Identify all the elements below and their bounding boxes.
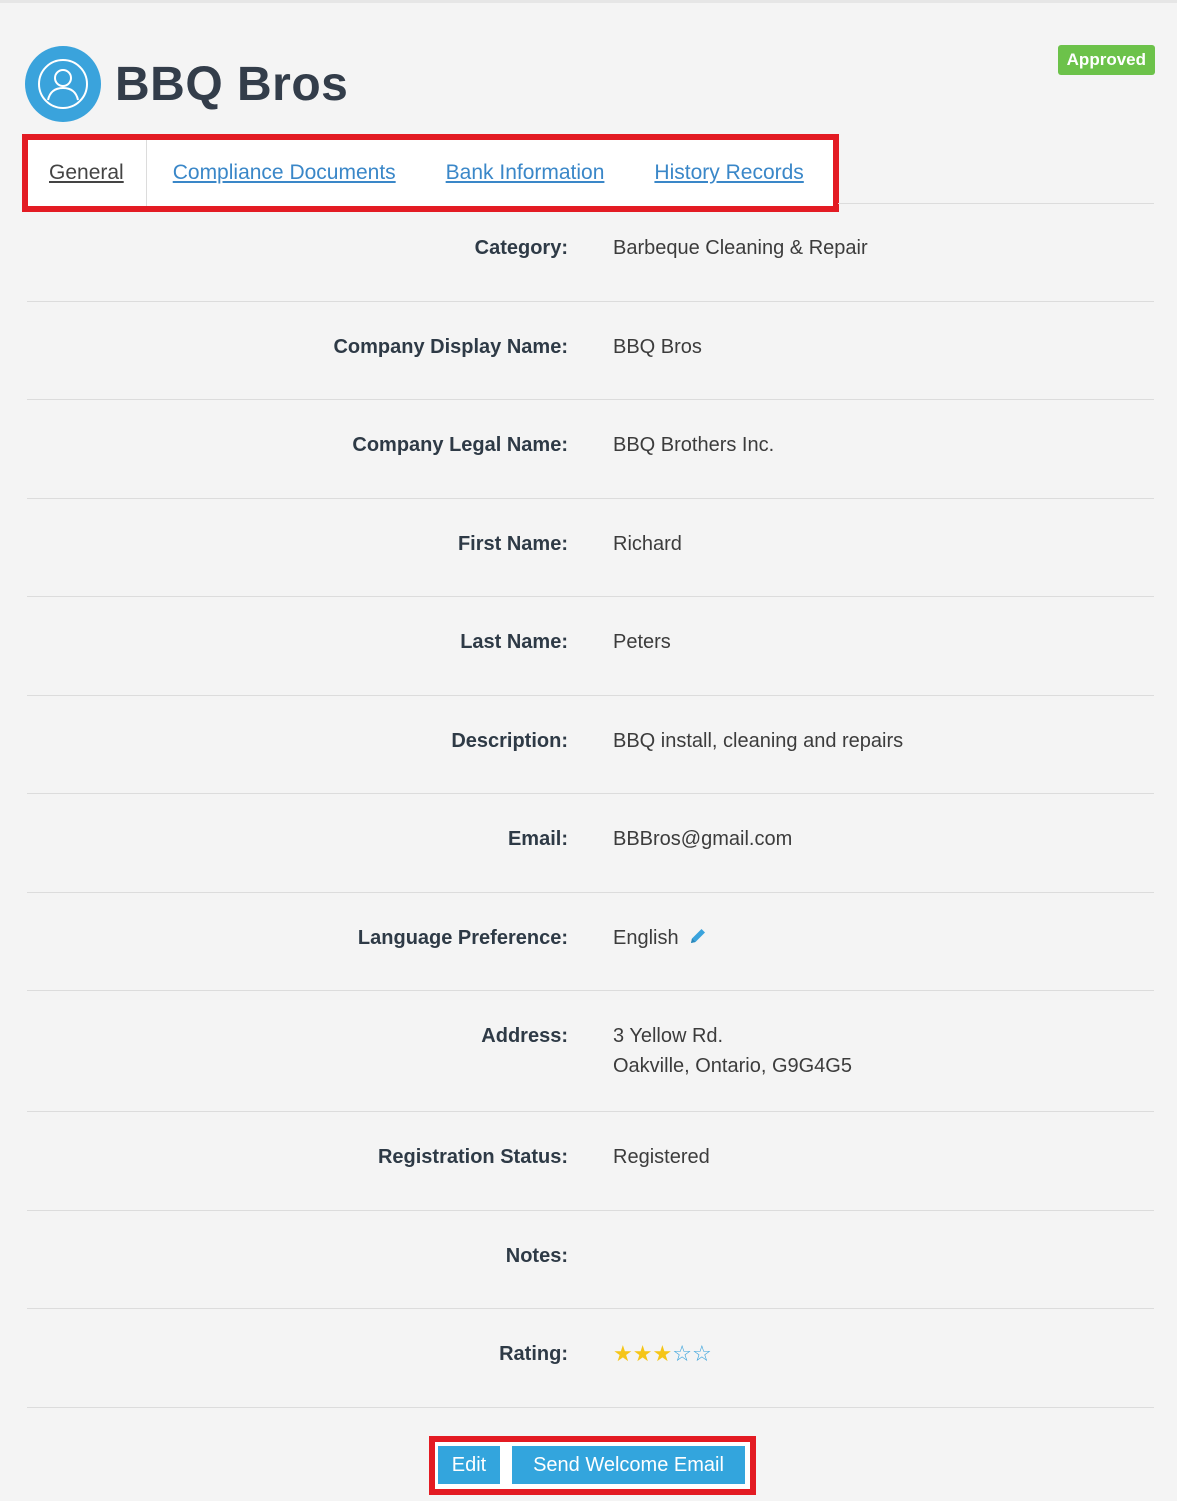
star-empty-icon: ☆ — [672, 1341, 692, 1366]
field-value: English — [613, 923, 708, 955]
row-first-name: First Name: Richard — [27, 499, 1154, 597]
row-notes: Notes: — [27, 1211, 1154, 1309]
row-legal-name: Company Legal Name: BBQ Brothers Inc. — [27, 400, 1154, 499]
field-label: Email: — [507, 828, 568, 850]
row-language: Language Preference: English — [27, 893, 1154, 991]
row-category: Category: Barbeque Cleaning & Repair — [27, 203, 1154, 302]
language-value: English — [613, 927, 679, 949]
field-label: Description: — [451, 730, 568, 752]
field-label: Last Name: — [460, 631, 568, 653]
field-value: BBQ install, cleaning and repairs — [613, 730, 904, 752]
row-rating: Rating: ★★★☆☆ — [27, 1309, 1154, 1408]
star-empty-icon: ☆ — [691, 1341, 712, 1366]
field-value: Registered — [613, 1146, 710, 1168]
tab-history-records[interactable]: History Records — [604, 140, 803, 206]
address-line-1: 3 Yellow Rd. — [613, 1025, 724, 1047]
tab-general[interactable]: General — [28, 140, 147, 206]
row-description: Description: BBQ install, cleaning and r… — [27, 696, 1154, 794]
field-value: BBQ Bros — [613, 336, 702, 358]
avatar — [25, 46, 101, 122]
field-label: Language Preference: — [357, 927, 568, 949]
row-registration-status: Registration Status: Registered — [27, 1112, 1154, 1211]
field-value: Barbeque Cleaning & Repair — [613, 237, 868, 259]
row-address: Address: 3 Yellow Rd. Oakville, Ontario,… — [27, 991, 1154, 1112]
field-label: Notes: — [505, 1245, 568, 1267]
field-value: 3 Yellow Rd. Oakville, Ontario, G9G4G5 — [613, 1021, 852, 1081]
tab-bar: General Compliance Documents Bank Inform… — [28, 140, 804, 206]
row-last-name: Last Name: Peters — [27, 597, 1154, 696]
star-filled-icon: ★ — [632, 1341, 653, 1366]
field-value: BBBros@gmail.com — [613, 828, 793, 850]
field-value: BBQ Brothers Inc. — [613, 434, 775, 456]
field-value: Peters — [613, 631, 671, 653]
details-table: Category: Barbeque Cleaning & Repair Com… — [27, 203, 1154, 1408]
send-welcome-email-button[interactable]: Send Welcome Email — [512, 1446, 745, 1484]
edit-button[interactable]: Edit — [438, 1446, 500, 1484]
field-label: Company Legal Name: — [352, 434, 568, 456]
tab-bank-information[interactable]: Bank Information — [396, 140, 605, 206]
rating-stars: ★★★☆☆ — [613, 1339, 712, 1370]
field-label: Category: — [474, 237, 568, 259]
page-header: BBQ Bros — [25, 45, 348, 123]
field-label: First Name: — [457, 533, 568, 555]
star-filled-icon: ★ — [652, 1341, 673, 1366]
field-label: Rating: — [499, 1343, 568, 1365]
field-label: Registration Status: — [377, 1146, 568, 1168]
field-label: Company Display Name: — [333, 336, 568, 358]
address-line-2: Oakville, Ontario, G9G4G5 — [613, 1055, 852, 1077]
top-divider — [0, 0, 1177, 3]
row-display-name: Company Display Name: BBQ Bros — [27, 302, 1154, 400]
user-icon — [38, 59, 88, 109]
field-label: Address: — [481, 1025, 568, 1047]
pencil-icon[interactable] — [688, 925, 708, 955]
page-title: BBQ Bros — [115, 57, 349, 111]
status-badge: Approved — [1057, 45, 1155, 75]
tab-compliance-documents[interactable]: Compliance Documents — [147, 140, 396, 206]
field-value: Richard — [613, 533, 682, 555]
row-email: Email: BBBros@gmail.com — [27, 794, 1154, 893]
star-filled-icon: ★ — [613, 1341, 633, 1366]
